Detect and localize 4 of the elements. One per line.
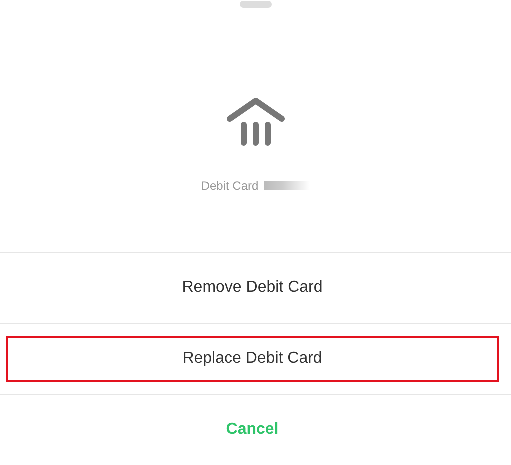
bank-icon	[226, 96, 284, 149]
account-label: Debit Card	[201, 178, 259, 193]
drag-handle[interactable]	[240, 1, 272, 8]
action-button[interactable]: Replace Debit Card	[6, 336, 499, 382]
